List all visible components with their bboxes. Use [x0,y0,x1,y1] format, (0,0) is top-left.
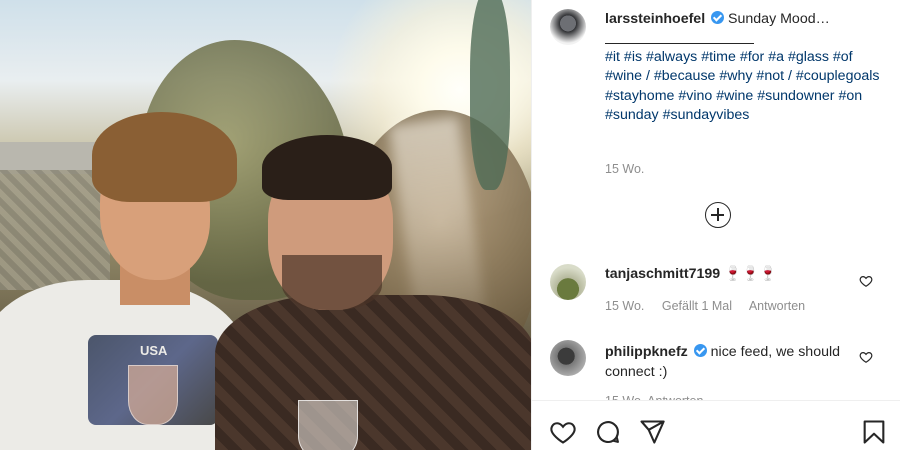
comment-meta: 15 Wo. Gefällt 1 Mal Antworten [605,299,819,313]
comment-icon[interactable] [594,418,622,446]
caption-hashtags[interactable]: #it #is #always #time #for #a #glass #of… [605,48,885,126]
post-timestamp[interactable]: 15 Wo. [605,162,644,176]
heart-icon[interactable] [859,274,873,288]
comment-reply-button[interactable]: Antworten [749,299,805,313]
commenter-avatar[interactable] [550,340,586,376]
comment-text: 🍷🍷🍷 [724,266,778,282]
post-caption: larssteinhoefel Sunday Mood… #it #is #al… [605,10,885,126]
wine-glass-rose [128,365,178,425]
bookmark-icon[interactable] [860,418,888,446]
person-left-hair [92,112,237,202]
comment-likes[interactable]: Gefällt 1 Mal [662,299,732,313]
comment-timestamp[interactable]: 15 Wo. [605,299,644,313]
verified-badge-icon [711,11,725,24]
heart-icon[interactable] [859,350,873,364]
author-username[interactable]: larssteinhoefel [605,11,705,27]
post-action-bar [532,400,900,450]
post-details-panel: larssteinhoefel Sunday Mood… #it #is #al… [531,0,900,450]
person-right-shirt [215,295,531,450]
stone-wall [0,170,110,290]
shirt-print-text: USA [140,343,168,358]
commenter-avatar[interactable] [550,264,586,300]
person-right-hair [262,135,392,200]
author-avatar[interactable] [550,9,586,45]
cypress-tree [470,0,510,190]
wine-glass-white [298,400,358,450]
verified-badge-icon [693,344,707,357]
comment-item: tanjaschmitt7199 🍷🍷🍷 [605,265,865,285]
caption-text: Sunday Mood… [728,11,830,27]
post-photo[interactable]: USA [0,0,531,450]
comment-item: philippknefz nice feed, we should connec… [605,343,865,382]
comment-username[interactable]: philippknefz [605,344,688,360]
caption-divider [605,42,754,44]
heart-icon[interactable] [549,418,577,446]
paper-plane-icon[interactable] [638,418,666,446]
person-right-beard [282,255,382,310]
comment-username[interactable]: tanjaschmitt7199 [605,266,720,282]
plus-circle-icon[interactable] [705,202,731,228]
